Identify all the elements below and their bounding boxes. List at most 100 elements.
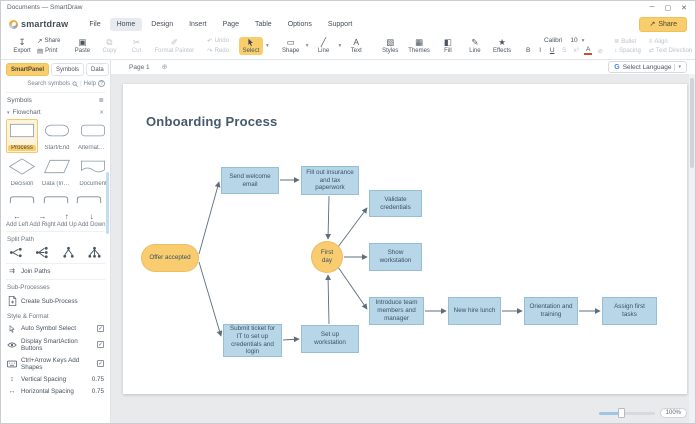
bullet-button[interactable]: ≣ Bullet: [614, 38, 641, 46]
sidebar-tab-smartpanel[interactable]: SmartPanel: [6, 63, 50, 76]
menu-support[interactable]: Support: [321, 18, 360, 31]
edge-offer-accepted-to-submit-ticket[interactable]: [198, 261, 223, 337]
close-icon[interactable]: ✕: [681, 4, 687, 12]
format-painter-button[interactable]: ✐ Format Painter: [151, 37, 197, 55]
menu-home[interactable]: Home: [109, 17, 143, 31]
select-language-button[interactable]: G Select Language ▾: [608, 61, 687, 73]
menu-insert[interactable]: Insert: [182, 18, 214, 31]
sidebar-tab-data[interactable]: Data: [86, 63, 109, 76]
effects-button[interactable]: ★ Effects: [490, 37, 514, 55]
ctrl-arrow-keys-add-shapes-checkbox[interactable]: ✓: [97, 360, 104, 367]
format--button[interactable]: ⊘: [596, 47, 604, 55]
help-link[interactable]: Help: [84, 81, 96, 87]
symbol-document[interactable]: Document: [76, 155, 110, 189]
text-direction-button[interactable]: ⇄ Text Direction: [649, 47, 692, 55]
symbol-start-end[interactable]: Start/End: [40, 119, 74, 153]
symbol-bracket-icon[interactable]: [75, 191, 103, 209]
print-button[interactable]: ▤ Print: [37, 47, 60, 55]
auto-symbol-select-checkbox[interactable]: ✓: [97, 325, 104, 332]
copy-button[interactable]: ⧉ Copy: [97, 37, 121, 55]
menu-table[interactable]: Table: [248, 18, 279, 31]
node-offer-accepted[interactable]: Offer accepted: [141, 244, 199, 272]
line-tool-button[interactable]: ╱ Line: [311, 37, 335, 55]
sidebar-scrollbar[interactable]: [106, 172, 109, 234]
line-style-button[interactable]: ✎ Line: [463, 37, 487, 55]
align-button[interactable]: ≡ Align: [649, 39, 692, 45]
node-send-welcome-email[interactable]: Send welcome email: [221, 167, 279, 194]
node-introduce-team[interactable]: Introduce team members and manager: [369, 297, 424, 325]
node-validate-credentials[interactable]: Validate credentials: [369, 190, 422, 217]
node-assign-first-tasks[interactable]: Assign first tasks: [602, 297, 657, 325]
maximize-icon[interactable]: ▢: [665, 4, 672, 12]
split-path-4-icon[interactable]: [87, 246, 102, 259]
search-icon[interactable]: [72, 80, 78, 87]
flowchart-collapse-icon[interactable]: ▾: [7, 110, 10, 116]
fill-button[interactable]: ◧ Fill: [436, 37, 460, 55]
edge-offer-accepted-to-send-welcome-email[interactable]: [198, 181, 221, 255]
share-small-button[interactable]: ↗ Share: [37, 37, 60, 45]
smartdraw-logo[interactable]: smartdraw: [9, 19, 68, 29]
edge-first-day-to-introduce-team[interactable]: [337, 266, 368, 310]
canvas-scrollbar-thumb[interactable]: [690, 78, 694, 168]
format-subscript-button[interactable]: x²: [572, 47, 580, 54]
format-a-button[interactable]: A: [584, 46, 593, 55]
shape-tool-button[interactable]: ▭ Shape: [279, 37, 303, 55]
display-smartaction-buttons-checkbox[interactable]: ✓: [97, 341, 104, 348]
export-button[interactable]: ↧ Export: [10, 37, 34, 55]
symbol-bracket-icon[interactable]: [42, 191, 70, 209]
share-button[interactable]: ↗ Share: [639, 16, 687, 32]
add-right-button[interactable]: → Add Right: [29, 213, 55, 229]
menu-file[interactable]: File: [82, 18, 107, 31]
node-submit-ticket[interactable]: Submit ticket for IT to set up credentia…: [223, 324, 282, 357]
spacing-button[interactable]: ↕ Spacing: [614, 48, 641, 54]
drawing-canvas[interactable]: Onboarding Process Offer accepted Send we…: [111, 74, 695, 423]
edge-setup-workstation-to-first-day[interactable]: [325, 274, 332, 325]
font-family-select[interactable]: Calibri: [544, 37, 562, 44]
symbol-decision[interactable]: Decision: [6, 155, 38, 189]
undo-button[interactable]: ↶ Undo: [207, 37, 229, 45]
help-icon[interactable]: ?: [98, 80, 105, 87]
split-path-2-icon[interactable]: [35, 246, 50, 259]
symbol-data-input[interactable]: Data (Input...: [40, 155, 74, 189]
line-dropdown-icon[interactable]: ▾: [338, 43, 341, 49]
minimize-icon[interactable]: ─: [650, 4, 655, 12]
node-new-hire-lunch[interactable]: New hire lunch: [448, 297, 501, 325]
add-down-button[interactable]: ↓ Add Down: [78, 213, 106, 229]
zoom-slider[interactable]: [598, 408, 655, 418]
split-path-1-icon[interactable]: [9, 246, 24, 259]
cut-button[interactable]: ✂ Cut: [124, 37, 148, 55]
symbol-bracket-icon[interactable]: [8, 191, 36, 209]
paste-button[interactable]: ▣ Paste: [70, 37, 94, 55]
node-fill-paperwork[interactable]: Fill out insurance and tax paperwork: [301, 166, 359, 195]
add-page-icon[interactable]: ⊕: [162, 63, 168, 71]
format-i-button[interactable]: I: [536, 47, 544, 54]
close-symbol-group-icon[interactable]: ✕: [99, 110, 104, 116]
text-tool-button[interactable]: A Text: [344, 37, 368, 55]
add-up-button[interactable]: ↑ Add Up: [57, 213, 77, 229]
diagram-title[interactable]: Onboarding Process: [146, 114, 277, 129]
select-dropdown-icon[interactable]: ▾: [266, 43, 269, 49]
font-size-dropdown-icon[interactable]: ▾: [582, 38, 585, 44]
redo-button[interactable]: ↷ Redo: [207, 47, 229, 55]
menu-page[interactable]: Page: [216, 18, 246, 31]
node-setup-workstation[interactable]: Set up workstation: [301, 325, 359, 353]
search-symbols-link[interactable]: Search symbols: [27, 81, 70, 87]
vertical-spacing-value[interactable]: 0.75: [92, 376, 104, 383]
menu-options[interactable]: Options: [281, 18, 319, 31]
sidebar-tab-symbols[interactable]: Symbols: [51, 63, 85, 76]
styles-button[interactable]: ▧ Styles: [378, 37, 402, 55]
join-paths-button[interactable]: ⇉ Join Paths: [6, 264, 105, 280]
edge-first-day-to-validate-credentials[interactable]: [337, 207, 368, 248]
format-b-button[interactable]: B: [524, 47, 532, 54]
shape-dropdown-icon[interactable]: ▾: [306, 43, 309, 49]
select-tool-button[interactable]: Select: [238, 37, 263, 55]
symbol-process[interactable]: Process: [6, 119, 38, 153]
node-first-day[interactable]: First day: [311, 241, 343, 273]
edge-fill-paperwork-to-first-day[interactable]: [325, 195, 332, 240]
document-page[interactable]: Onboarding Process Offer accepted Send we…: [123, 84, 687, 394]
canvas-vertical-scrollbar[interactable]: [689, 74, 695, 423]
node-orientation-training[interactable]: Orientation and training: [524, 297, 578, 325]
menu-design[interactable]: Design: [144, 18, 180, 31]
node-show-workstation[interactable]: Show workstation: [369, 243, 422, 271]
page-tab[interactable]: Page 1: [125, 63, 154, 72]
